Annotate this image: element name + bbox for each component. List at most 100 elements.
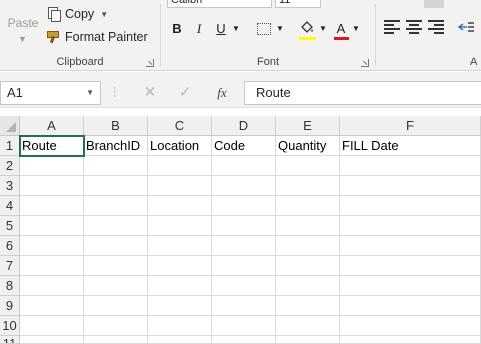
align-right-icon[interactable]	[428, 20, 444, 36]
cell-f11[interactable]	[340, 336, 481, 344]
cell-f5[interactable]	[340, 216, 481, 236]
cell-a7[interactable]	[20, 256, 84, 276]
chevron-down-icon[interactable]: ▼	[100, 10, 108, 19]
name-box[interactable]: A1 ▼	[0, 81, 101, 105]
cell-b11[interactable]	[84, 336, 148, 344]
cell-f9[interactable]	[340, 296, 481, 316]
cell-b6[interactable]	[84, 236, 148, 256]
cell-a8[interactable]	[20, 276, 84, 296]
cell-e8[interactable]	[276, 276, 340, 296]
cell-d1[interactable]: Code	[212, 136, 276, 156]
row-header[interactable]: 4	[0, 196, 20, 216]
cell-b4[interactable]	[84, 196, 148, 216]
cell-c4[interactable]	[148, 196, 212, 216]
cell-f10[interactable]	[340, 316, 481, 336]
font-size-dropdown[interactable]: 11	[275, 0, 321, 8]
font-dialog-launcher-icon[interactable]	[361, 59, 369, 67]
cell-c5[interactable]	[148, 216, 212, 236]
underline-button[interactable]: U	[213, 19, 229, 39]
cell-d4[interactable]	[212, 196, 276, 216]
italic-button[interactable]: I	[191, 19, 207, 39]
cell-d7[interactable]	[212, 256, 276, 276]
cell-a2[interactable]	[20, 156, 84, 176]
cell-b3[interactable]	[84, 176, 148, 196]
row-header[interactable]: 11	[0, 336, 20, 344]
cell-e9[interactable]	[276, 296, 340, 316]
cell-e5[interactable]	[276, 216, 340, 236]
cell-a9[interactable]	[20, 296, 84, 316]
cell-b7[interactable]	[84, 256, 148, 276]
cell-d6[interactable]	[212, 236, 276, 256]
cell-e7[interactable]	[276, 256, 340, 276]
select-all-button[interactable]	[0, 116, 20, 136]
cell-c11[interactable]	[148, 336, 212, 344]
cell-f7[interactable]	[340, 256, 481, 276]
decrease-indent-icon[interactable]	[457, 20, 474, 36]
cell-e6[interactable]	[276, 236, 340, 256]
cell-b10[interactable]	[84, 316, 148, 336]
insert-function-button[interactable]: fx	[211, 83, 233, 103]
cell-c7[interactable]	[148, 256, 212, 276]
cell-e4[interactable]	[276, 196, 340, 216]
cancel-icon[interactable]: ✕	[141, 83, 159, 103]
copy-button[interactable]: Copy ▼	[46, 5, 108, 23]
row-header[interactable]: 5	[0, 216, 20, 236]
cell-b9[interactable]	[84, 296, 148, 316]
row-header[interactable]: 7	[0, 256, 20, 276]
chevron-down-icon[interactable]: ▼	[318, 19, 328, 39]
cell-a1[interactable]: Route	[20, 136, 84, 156]
cell-c2[interactable]	[148, 156, 212, 176]
row-header[interactable]: 10	[0, 316, 20, 336]
more-options-icon[interactable]: · · ·	[113, 83, 117, 102]
cell-d3[interactable]	[212, 176, 276, 196]
cell-b5[interactable]	[84, 216, 148, 236]
formula-input[interactable]: Route	[244, 81, 481, 105]
column-header-b[interactable]: B	[84, 116, 148, 136]
cell-d11[interactable]	[212, 336, 276, 344]
cell-f4[interactable]	[340, 196, 481, 216]
column-header-a[interactable]: A	[20, 116, 84, 136]
cell-e10[interactable]	[276, 316, 340, 336]
cell-f2[interactable]	[340, 156, 481, 176]
cell-a4[interactable]	[20, 196, 84, 216]
paste-button[interactable]: Paste ▼	[5, 0, 41, 50]
cell-c6[interactable]	[148, 236, 212, 256]
format-painter-button[interactable]: Format Painter	[46, 28, 148, 46]
cell-d10[interactable]	[212, 316, 276, 336]
cell-c9[interactable]	[148, 296, 212, 316]
cell-d8[interactable]	[212, 276, 276, 296]
cell-c10[interactable]	[148, 316, 212, 336]
row-header[interactable]: 9	[0, 296, 20, 316]
cell-e2[interactable]	[276, 156, 340, 176]
row-header[interactable]: 3	[0, 176, 20, 196]
bold-button[interactable]: B	[169, 19, 185, 39]
row-header[interactable]: 2	[0, 156, 20, 176]
cell-f8[interactable]	[340, 276, 481, 296]
cell-d5[interactable]	[212, 216, 276, 236]
cell-e3[interactable]	[276, 176, 340, 196]
cell-a10[interactable]	[20, 316, 84, 336]
chevron-down-icon[interactable]: ▼	[351, 19, 361, 39]
column-header-e[interactable]: E	[276, 116, 340, 136]
clipboard-dialog-launcher-icon[interactable]	[146, 59, 154, 67]
cell-b2[interactable]	[84, 156, 148, 176]
row-header[interactable]: 6	[0, 236, 20, 256]
chevron-down-icon[interactable]: ▼	[86, 82, 94, 104]
cell-a3[interactable]	[20, 176, 84, 196]
cell-c8[interactable]	[148, 276, 212, 296]
top-align-button[interactable]	[424, 0, 444, 8]
cell-a6[interactable]	[20, 236, 84, 256]
chevron-down-icon[interactable]: ▼	[275, 19, 285, 39]
borders-button[interactable]	[255, 19, 273, 39]
cell-c3[interactable]	[148, 176, 212, 196]
cell-e1[interactable]: Quantity	[276, 136, 340, 156]
chevron-down-icon[interactable]: ▼	[231, 19, 241, 39]
align-left-icon[interactable]	[384, 20, 400, 36]
align-center-icon[interactable]	[406, 20, 422, 36]
row-header[interactable]: 8	[0, 276, 20, 296]
font-color-button[interactable]: A	[333, 19, 349, 39]
cell-f3[interactable]	[340, 176, 481, 196]
font-name-dropdown[interactable]: Calibri	[167, 0, 272, 8]
cell-d2[interactable]	[212, 156, 276, 176]
column-header-f[interactable]: F	[340, 116, 481, 136]
